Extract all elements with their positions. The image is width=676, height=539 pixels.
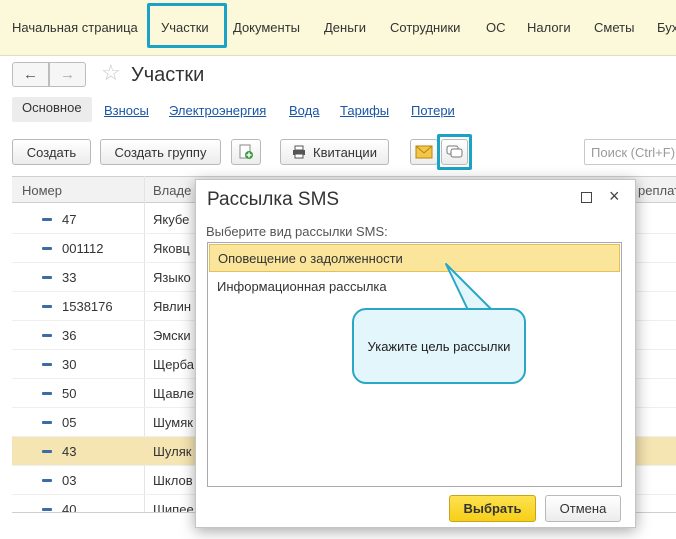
cell-number: 43 — [62, 444, 77, 459]
cell-owner: Щерба — [153, 357, 195, 372]
dialog-prompt: Выберите вид рассылки SMS: — [206, 224, 388, 239]
tooltip-pointer — [445, 263, 493, 311]
forward-button[interactable]: → — [49, 62, 86, 87]
cell-number: 33 — [62, 270, 77, 285]
cell-owner: Явлин — [153, 299, 192, 314]
receipts-label: Квитанции — [313, 144, 377, 160]
cell-owner: Яковц — [153, 241, 190, 256]
receipts-button[interactable]: Квитанции — [280, 139, 389, 165]
tab-main[interactable]: Основное — [12, 97, 92, 122]
menu-item-documents[interactable]: Документы — [233, 20, 300, 35]
menu-item-taxes[interactable]: Налоги — [527, 20, 571, 35]
cell-number: 03 — [62, 473, 77, 488]
send-email-button[interactable] — [410, 139, 438, 165]
highlight-frame-sms — [437, 134, 472, 170]
star-icon[interactable]: ☆ — [101, 60, 121, 86]
select-button[interactable]: Выбрать — [449, 495, 536, 522]
column-header-owner[interactable]: Владе — [153, 183, 191, 198]
cell-number: 1538176 — [62, 299, 113, 314]
item-marker-icon — [42, 363, 52, 366]
cell-number: 40 — [62, 502, 77, 513]
item-marker-icon — [42, 247, 52, 250]
printer-icon — [293, 145, 306, 159]
cell-number: 001112 — [62, 241, 104, 256]
column-header-overpayment[interactable]: реплат — [638, 183, 676, 198]
add-document-icon — [239, 144, 253, 159]
envelope-icon — [415, 145, 433, 159]
highlight-frame-plots — [147, 3, 227, 48]
hint-tooltip: Укажите цель рассылки — [352, 308, 526, 384]
column-header-number[interactable]: Номер — [22, 183, 62, 198]
cancel-button[interactable]: Отмена — [545, 495, 621, 522]
dialog-title: Рассылка SMS — [207, 189, 340, 210]
item-marker-icon — [42, 479, 52, 482]
cell-number: 47 — [62, 212, 77, 227]
cell-owner: Щавле — [153, 386, 194, 401]
item-marker-icon — [42, 218, 52, 221]
menu-item-employees[interactable]: Сотрудники — [390, 20, 460, 35]
close-icon[interactable]: × — [609, 186, 620, 207]
item-marker-icon — [42, 305, 52, 308]
cell-owner: Шклов — [153, 473, 193, 488]
list-item-debt-notice[interactable]: Оповещение о задолженности — [209, 244, 620, 272]
tab-water[interactable]: Вода — [289, 103, 319, 118]
create-group-button[interactable]: Создать группу — [100, 139, 221, 165]
item-marker-icon — [42, 450, 52, 453]
top-menu: Начальная страница Участки Документы Ден… — [0, 0, 676, 56]
arrow-right-icon: → — [60, 66, 75, 83]
cell-owner: Шипее — [153, 502, 194, 513]
cell-owner: Шумяк — [153, 415, 193, 430]
list-item-info-mailing[interactable]: Информационная рассылка — [209, 273, 620, 301]
cell-owner: Эмски — [153, 328, 191, 343]
menu-item-money[interactable]: Деньги — [324, 20, 366, 35]
cell-number: 30 — [62, 357, 77, 372]
cell-owner: Якубе — [153, 212, 190, 227]
maximize-icon[interactable] — [581, 192, 592, 203]
item-marker-icon — [42, 508, 52, 511]
tab-tariffs[interactable]: Тарифы — [340, 103, 389, 118]
menu-item-estimates[interactable]: Сметы — [594, 20, 634, 35]
cell-owner: Языко — [153, 270, 191, 285]
tab-losses[interactable]: Потери — [411, 103, 455, 118]
search-input[interactable]: Поиск (Ctrl+F) — [584, 139, 676, 165]
copy-button[interactable] — [231, 139, 261, 165]
tab-electricity[interactable]: Электроэнергия — [169, 103, 266, 118]
back-button[interactable]: ← — [12, 62, 49, 87]
item-marker-icon — [42, 392, 52, 395]
menu-item-accounting[interactable]: Бух — [657, 20, 676, 35]
item-marker-icon — [42, 276, 52, 279]
create-button[interactable]: Создать — [12, 139, 91, 165]
menu-item-fixed-assets[interactable]: ОС — [486, 20, 506, 35]
tooltip-text: Укажите цель рассылки — [367, 338, 511, 354]
arrow-left-icon: ← — [23, 66, 38, 83]
cell-number: 36 — [62, 328, 77, 343]
menu-item-home[interactable]: Начальная страница — [12, 20, 138, 35]
item-marker-icon — [42, 421, 52, 424]
page-title: Участки — [131, 64, 205, 86]
cell-owner: Шуляк — [153, 444, 192, 459]
cell-number: 05 — [62, 415, 77, 430]
cell-number: 50 — [62, 386, 77, 401]
tab-fees[interactable]: Взносы — [104, 103, 149, 118]
item-marker-icon — [42, 334, 52, 337]
